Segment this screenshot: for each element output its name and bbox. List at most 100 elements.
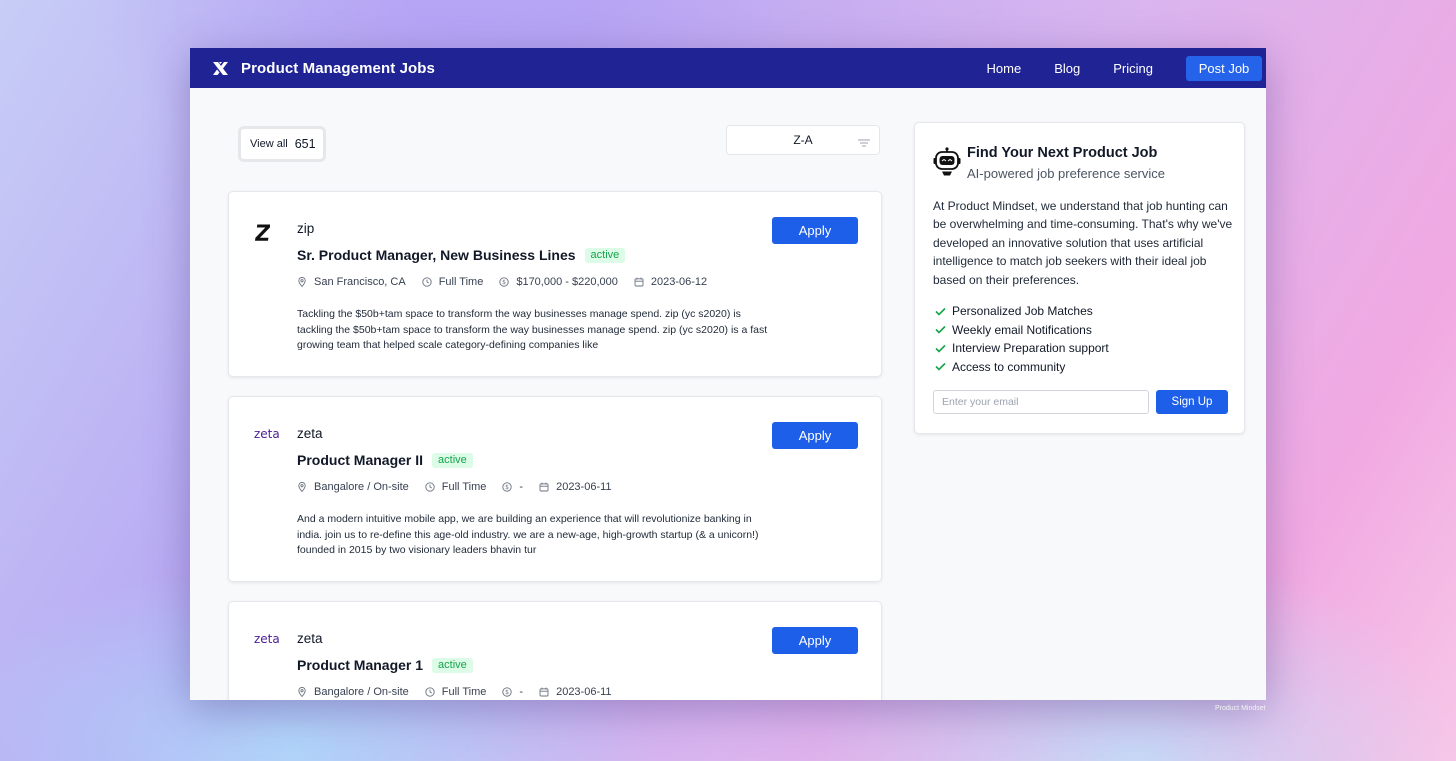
- nav-link-home[interactable]: Home: [987, 61, 1022, 76]
- job-description: And a modern intuitive mobile app, we ar…: [297, 513, 759, 556]
- nav-link-blog[interactable]: Blog: [1054, 61, 1080, 76]
- feature-label: Access to community: [952, 359, 1066, 374]
- top-navbar: Product Management Jobs Home Blog Pricin…: [190, 48, 1266, 88]
- feature-label: Interview Preparation support: [952, 341, 1109, 356]
- job-title-row: Product Manager II active: [297, 452, 473, 468]
- job-type: Full Time: [422, 276, 484, 288]
- job-date-text: 2023-06-11: [556, 686, 612, 698]
- location-pin-icon: [297, 277, 307, 287]
- status-badge: active: [432, 657, 473, 673]
- feature-label: Weekly email Notifications: [952, 322, 1092, 337]
- job-type-text: Full Time: [441, 481, 487, 493]
- dollar-circle-icon: $: [499, 277, 509, 287]
- promo-title: Find Your Next Product Job: [967, 145, 1158, 161]
- nav-links: Home Blog Pricing Post Job: [987, 55, 1262, 81]
- job-date-text: 2023-06-11: [556, 481, 612, 493]
- job-card[interactable]: zip Sr. Product Manager, New Business Li…: [228, 191, 882, 377]
- feature-item: Weekly email Notifications: [935, 321, 1109, 340]
- job-list-column: View all 651 Z-A zip Sr. Product Manager…: [228, 88, 883, 700]
- job-salary-text: -: [519, 686, 524, 698]
- job-salary-text: -: [519, 481, 524, 493]
- job-type-text: Full Time: [441, 686, 487, 698]
- status-badge: active: [584, 247, 626, 263]
- dollar-circle-icon: $: [502, 482, 513, 492]
- sort-value: Z-A: [793, 133, 813, 147]
- job-title[interactable]: Product Manager 1: [297, 657, 423, 673]
- company-name: zip: [297, 221, 315, 236]
- check-icon: [935, 325, 946, 334]
- job-location: San Francisco, CA: [297, 276, 406, 288]
- job-card[interactable]: zeta zeta Product Manager II active Bang…: [228, 396, 882, 582]
- check-icon: [935, 362, 946, 371]
- svg-text:$: $: [505, 689, 509, 696]
- email-input[interactable]: [933, 390, 1149, 414]
- brand[interactable]: Product Management Jobs: [212, 60, 435, 77]
- job-salary: $ -: [502, 686, 523, 698]
- view-all-count: 651: [294, 137, 316, 151]
- calendar-icon: [539, 687, 549, 697]
- job-date: 2023-06-12: [634, 276, 707, 288]
- sign-up-button[interactable]: Sign Up: [1156, 390, 1228, 414]
- job-date: 2023-06-11: [539, 686, 612, 698]
- apply-button[interactable]: Apply: [772, 422, 858, 449]
- feature-item: Access to community: [935, 358, 1109, 377]
- company-name: zeta: [297, 631, 323, 646]
- promo-subtitle: AI-powered job preference service: [967, 166, 1165, 181]
- job-salary: $ -: [502, 481, 523, 493]
- job-location-text: Bangalore / On-site: [314, 686, 409, 698]
- zip-logo-icon: [254, 223, 271, 247]
- feature-list: Personalized Job Matches Weekly email No…: [935, 302, 1109, 376]
- job-meta: Bangalore / On-site Full Time $ - 2023-0…: [297, 481, 628, 493]
- feature-item: Personalized Job Matches: [935, 302, 1109, 321]
- clock-icon: [425, 482, 435, 492]
- job-location: Bangalore / On-site: [297, 686, 409, 698]
- promo-body: At Product Mindset, we understand that j…: [933, 199, 1233, 287]
- svg-text:$: $: [505, 484, 509, 491]
- job-title[interactable]: Sr. Product Manager, New Business Lines: [297, 247, 576, 263]
- job-meta: San Francisco, CA Full Time $ $170,000 -…: [297, 276, 723, 288]
- location-pin-icon: [297, 482, 307, 492]
- robot-icon: [933, 147, 961, 177]
- check-icon: [935, 344, 946, 353]
- job-date-text: 2023-06-12: [650, 276, 708, 288]
- feature-item: Interview Preparation support: [935, 339, 1109, 358]
- dollar-circle-icon: $: [502, 687, 513, 697]
- post-job-button[interactable]: Post Job: [1186, 55, 1262, 81]
- sort-select[interactable]: Z-A: [726, 125, 880, 155]
- nav-link-pricing[interactable]: Pricing: [1113, 61, 1153, 76]
- calendar-icon: [539, 482, 549, 492]
- apply-button[interactable]: Apply: [772, 627, 858, 654]
- calendar-icon: [634, 277, 644, 287]
- status-badge: active: [432, 452, 473, 468]
- clock-icon: [425, 687, 435, 697]
- job-title[interactable]: Product Manager II: [297, 452, 423, 468]
- zeta-logo-icon: zeta: [254, 427, 280, 445]
- job-salary-text: $170,000 - $220,000: [516, 276, 618, 288]
- job-location-text: Bangalore / On-site: [314, 481, 409, 493]
- location-pin-icon: [297, 687, 307, 697]
- view-all-label: View all: [250, 138, 288, 150]
- job-preference-card: Find Your Next Product Job AI-powered jo…: [914, 122, 1245, 434]
- job-title-row: Sr. Product Manager, New Business Lines …: [297, 247, 626, 263]
- job-title-row: Product Manager 1 active: [297, 657, 473, 673]
- company-name: zeta: [297, 426, 323, 441]
- apply-button[interactable]: Apply: [772, 217, 858, 244]
- job-description: Tackling the $50b+tam space to transform…: [297, 308, 768, 351]
- feature-label: Personalized Job Matches: [952, 304, 1093, 319]
- svg-text:zeta: zeta: [254, 633, 280, 645]
- job-date: 2023-06-11: [539, 481, 612, 493]
- job-salary: $ $170,000 - $220,000: [499, 276, 618, 288]
- zeta-logo-icon: zeta: [254, 632, 280, 650]
- job-type: Full Time: [425, 686, 487, 698]
- clock-icon: [422, 277, 432, 287]
- app-window: Product Management Jobs Home Blog Pricin…: [190, 48, 1266, 700]
- view-all-filter[interactable]: View all 651: [238, 126, 326, 162]
- job-meta: Bangalore / On-site Full Time $ - 2023-0…: [297, 686, 628, 698]
- job-type-text: Full Time: [438, 276, 484, 288]
- svg-text:zeta: zeta: [254, 428, 280, 440]
- watermark-text: Product Mindset: [1215, 705, 1266, 712]
- svg-text:$: $: [502, 279, 506, 286]
- brand-title: Product Management Jobs: [241, 59, 435, 77]
- job-type: Full Time: [425, 481, 487, 493]
- job-card[interactable]: zeta zeta Product Manager 1 active Banga…: [228, 601, 882, 700]
